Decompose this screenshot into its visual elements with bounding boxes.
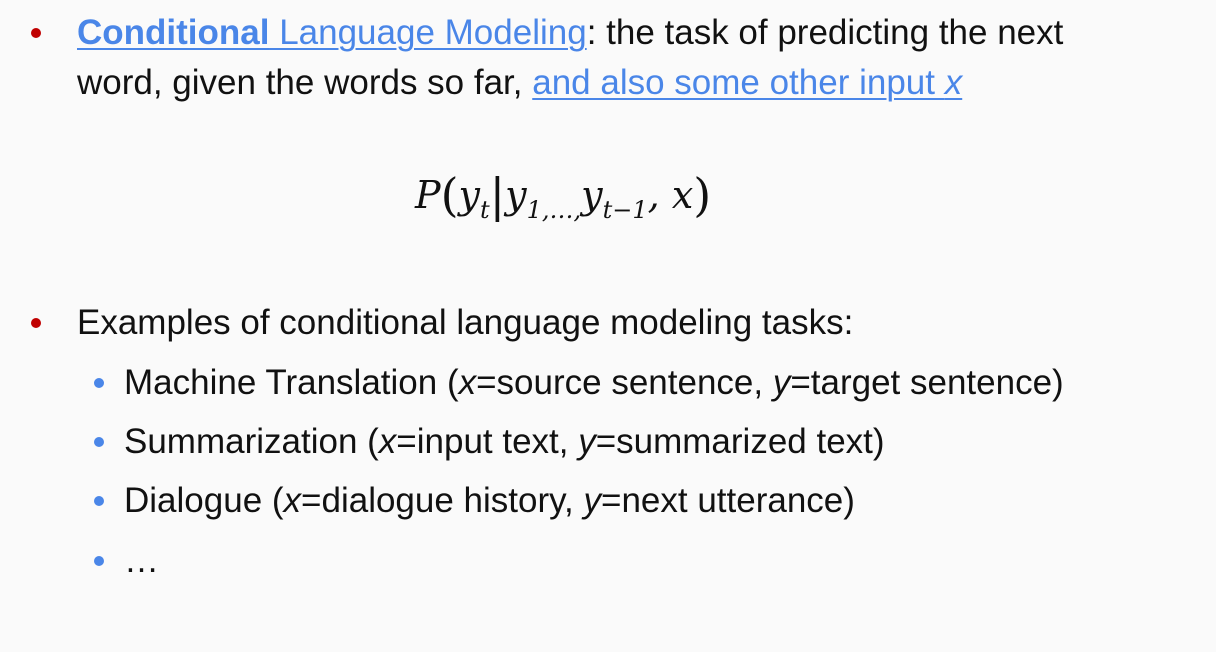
sub-item-ellipsis: … [124,536,159,586]
formula-y-t-minus-1: y [581,173,603,217]
formula-P: P [415,173,441,217]
formula-y-t: y [458,173,480,217]
sub-bullet-2-marker [94,437,104,447]
other-input-link[interactable]: and also some other input x [532,63,962,102]
slide: Conditional Language Modeling: the task … [0,0,1216,652]
sub-item-text: Dialogue ( [124,481,284,520]
sub-item-var-y: y [578,422,596,461]
sub-bullet-1-marker [94,378,104,388]
formula-y-1-subscript: 1,…, [526,196,582,224]
formula-given-bar: | [489,168,506,222]
sub-item-var-y: y [583,481,602,520]
formula-x: , x [647,173,694,217]
bullet-2-marker [31,318,41,328]
formula-left-paren: ( [440,168,459,222]
sub-bullet-3-marker [94,496,104,506]
sub-item-var-x: x [378,422,397,461]
sub-item-text: =target sentence) [790,363,1064,402]
bullet-1-line-2: word, given the words so far, and also s… [77,58,962,108]
definition-text-continued: word, given the words so far, [77,63,533,102]
sub-item-text: =source sentence, [476,363,773,402]
term-bold-word: Conditional [77,13,270,52]
sub-item-var-y: y [772,363,791,402]
examples-heading: Examples of conditional language modelin… [77,303,854,342]
sub-bullet-4-marker [94,556,104,566]
sub-item-summarization: Summarization (x=input text, y=summarize… [124,417,885,467]
sub-item-machine-translation: Machine Translation (x=source sentence, … [124,358,1064,408]
other-input-link-text: and also some other input [532,63,945,102]
sub-item-var-x: x [458,363,477,402]
bullet-1-marker [31,28,41,38]
ellipsis-text: … [124,541,159,580]
bullet-2-line: Examples of conditional language modelin… [77,298,853,348]
sub-item-text: =dialogue history, [301,481,584,520]
sub-item-text: =next utterance) [601,481,855,520]
formula-right-paren: ) [693,168,712,222]
sub-item-text: Summarization ( [124,422,379,461]
conditional-probability-formula: P(yt|y1,…,yt−1, x) [415,168,711,224]
other-input-variable: x [944,63,963,102]
sub-item-text: =summarized text) [595,422,885,461]
formula-y-t-minus-1-subscript: t−1 [602,196,648,224]
sub-item-text: =input text, [396,422,579,461]
sub-item-text: Machine Translation ( [124,363,459,402]
sub-item-var-x: x [283,481,302,520]
bullet-1-line-1: Conditional Language Modeling: the task … [77,8,1063,58]
term-rest-words: Language Modeling [269,13,587,52]
formula-y-1: y [505,173,527,217]
sub-item-dialogue: Dialogue (x=dialogue history, y=next utt… [124,476,855,526]
definition-term-link[interactable]: Conditional Language Modeling [77,13,587,52]
formula-y-t-subscript: t [480,196,490,224]
definition-text: : the task of predicting the next [586,13,1064,52]
